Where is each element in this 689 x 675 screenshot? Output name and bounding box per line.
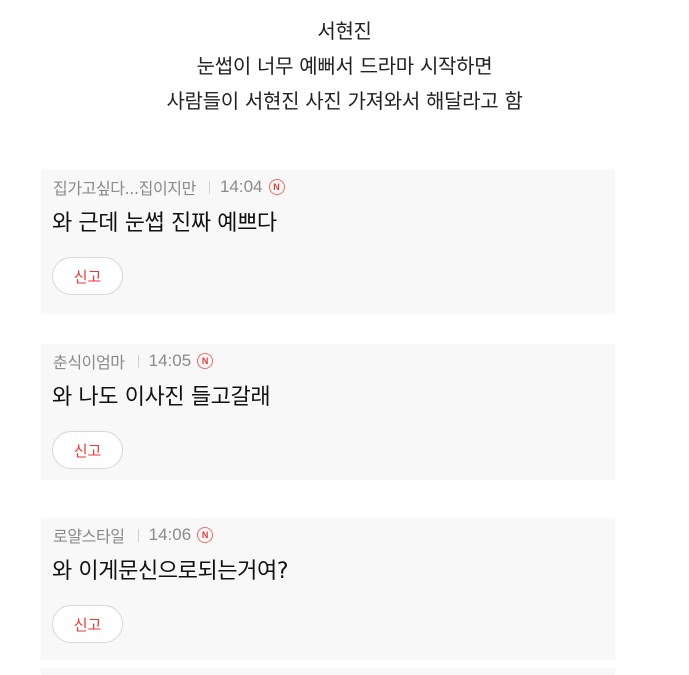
post-caption: 서현진 눈썹이 너무 예뻐서 드라마 시작하면 사람들이 서현진 사진 가져와서… — [0, 14, 689, 119]
comment-author[interactable]: 로얄스타일 — [53, 523, 125, 547]
comment-time: 14:06 — [148, 525, 192, 544]
next-comment-edge — [41, 668, 615, 675]
comment-meta: 집가고싶다...집이지만 14:04 N — [53, 175, 285, 199]
meta-divider — [137, 528, 139, 542]
comment-text: 와 이게문신으로되는거여? — [52, 559, 289, 584]
comment-author[interactable]: 집가고싶다...집이지만 — [53, 175, 196, 199]
post-title-line: 눈썹이 너무 예뻐서 드라마 시작하면 — [196, 54, 493, 78]
report-button[interactable]: 신고 — [52, 605, 123, 643]
report-button[interactable]: 신고 — [52, 431, 123, 469]
meta-divider — [137, 354, 139, 368]
report-button[interactable]: 신고 — [52, 257, 123, 295]
new-badge-icon: N — [197, 527, 214, 543]
comment-page: 서현진 눈썹이 너무 예뻐서 드라마 시작하면 사람들이 서현진 사진 가져와서… — [0, 0, 689, 675]
post-title-name: 서현진 — [317, 19, 372, 43]
comment-meta: 춘식이엄마 14:05 N — [53, 349, 214, 373]
comment-item: 집가고싶다...집이지만 14:04 N 와 근데 눈썹 진짜 예쁘다 신고 — [41, 170, 615, 314]
comment-text: 와 나도 이사진 들고갈래 — [52, 385, 271, 410]
new-badge-icon: N — [268, 179, 285, 195]
comment-author[interactable]: 춘식이엄마 — [53, 349, 125, 373]
comment-time: 14:04 — [219, 177, 263, 196]
comment-text: 와 근데 눈썹 진짜 예쁘다 — [52, 211, 277, 236]
meta-divider — [208, 180, 210, 194]
comment-item: 로얄스타일 14:06 N 와 이게문신으로되는거여? 신고 — [41, 518, 615, 660]
comment-time: 14:05 — [148, 351, 192, 370]
post-title-line: 사람들이 서현진 사진 가져와서 해달라고 함 — [166, 89, 523, 113]
comment-item: 춘식이엄마 14:05 N 와 나도 이사진 들고갈래 신고 — [41, 344, 615, 480]
new-badge-icon: N — [197, 353, 214, 369]
comment-meta: 로얄스타일 14:06 N — [53, 523, 214, 547]
